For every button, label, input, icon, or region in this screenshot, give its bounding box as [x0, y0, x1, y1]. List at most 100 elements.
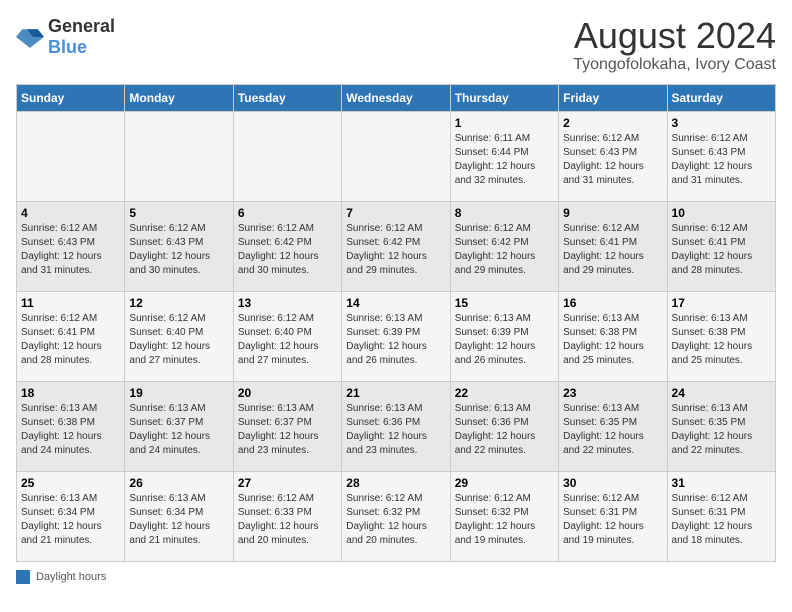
calendar-cell	[342, 111, 450, 201]
day-info: Sunrise: 6:13 AM Sunset: 6:38 PM Dayligh…	[563, 312, 662, 368]
calendar-cell: 3 Sunrise: 6:12 AM Sunset: 6:43 PM Daylig…	[667, 111, 775, 201]
day-number: 21	[346, 386, 445, 400]
day-number: 15	[455, 296, 554, 310]
calendar-body: 1 Sunrise: 6:11 AM Sunset: 6:44 PM Daylig…	[17, 111, 776, 561]
title-block: August 2024 Tyongofolokaha, Ivory Coast	[573, 16, 776, 74]
calendar-cell	[125, 111, 233, 201]
day-number: 6	[238, 206, 337, 220]
calendar-week-row: 11 Sunrise: 6:12 AM Sunset: 6:41 PM Dayli…	[17, 291, 776, 381]
calendar-header-row: SundayMondayTuesdayWednesdayThursdayFrid…	[17, 84, 776, 111]
logo-blue: Blue	[48, 37, 87, 57]
day-info: Sunrise: 6:12 AM Sunset: 6:40 PM Dayligh…	[129, 312, 228, 368]
day-info: Sunrise: 6:12 AM Sunset: 6:33 PM Dayligh…	[238, 492, 337, 548]
calendar-cell: 13 Sunrise: 6:12 AM Sunset: 6:40 PM Dayli…	[233, 291, 341, 381]
day-number: 23	[563, 386, 662, 400]
calendar-cell: 5 Sunrise: 6:12 AM Sunset: 6:43 PM Daylig…	[125, 201, 233, 291]
calendar-cell: 1 Sunrise: 6:11 AM Sunset: 6:44 PM Daylig…	[450, 111, 558, 201]
day-info: Sunrise: 6:12 AM Sunset: 6:42 PM Dayligh…	[238, 222, 337, 278]
calendar-cell: 27 Sunrise: 6:12 AM Sunset: 6:33 PM Dayli…	[233, 471, 341, 561]
day-number: 1	[455, 116, 554, 130]
day-number: 17	[672, 296, 771, 310]
calendar-cell: 19 Sunrise: 6:13 AM Sunset: 6:37 PM Dayli…	[125, 381, 233, 471]
calendar-cell: 20 Sunrise: 6:13 AM Sunset: 6:37 PM Dayli…	[233, 381, 341, 471]
day-number: 7	[346, 206, 445, 220]
day-number: 28	[346, 476, 445, 490]
calendar-cell: 4 Sunrise: 6:12 AM Sunset: 6:43 PM Daylig…	[17, 201, 125, 291]
logo: General Blue	[16, 16, 115, 58]
calendar-cell: 24Sunrise: 6:13 AM Sunset: 6:35 PM Dayli…	[667, 381, 775, 471]
day-header-thursday: Thursday	[450, 84, 558, 111]
calendar-cell: 10 Sunrise: 6:12 AM Sunset: 6:41 PM Dayli…	[667, 201, 775, 291]
day-number: 4	[21, 206, 120, 220]
day-number: 31	[672, 476, 771, 490]
day-number: 2	[563, 116, 662, 130]
day-info: Sunrise: 6:12 AM Sunset: 6:41 PM Dayligh…	[21, 312, 120, 368]
day-info: Sunrise: 6:12 AM Sunset: 6:43 PM Dayligh…	[129, 222, 228, 278]
day-number: 9	[563, 206, 662, 220]
day-number: 25	[21, 476, 120, 490]
day-info: Sunrise: 6:12 AM Sunset: 6:40 PM Dayligh…	[238, 312, 337, 368]
day-info: Sunrise: 6:12 AM Sunset: 6:41 PM Dayligh…	[672, 222, 771, 278]
day-info: Sunrise: 6:12 AM Sunset: 6:43 PM Dayligh…	[21, 222, 120, 278]
day-info: Sunrise: 6:13 AM Sunset: 6:38 PM Dayligh…	[672, 312, 771, 368]
day-info: Sunrise: 6:12 AM Sunset: 6:42 PM Dayligh…	[455, 222, 554, 278]
calendar-cell: 26Sunrise: 6:13 AM Sunset: 6:34 PM Dayli…	[125, 471, 233, 561]
day-info: Sunrise: 6:12 AM Sunset: 6:43 PM Dayligh…	[672, 132, 771, 188]
day-header-saturday: Saturday	[667, 84, 775, 111]
calendar-cell: 18 Sunrise: 6:13 AM Sunset: 6:38 PM Dayli…	[17, 381, 125, 471]
day-number: 22	[455, 386, 554, 400]
day-number: 27	[238, 476, 337, 490]
day-header-sunday: Sunday	[17, 84, 125, 111]
day-info: Sunrise: 6:12 AM Sunset: 6:32 PM Dayligh…	[346, 492, 445, 548]
calendar-cell: 29 Sunrise: 6:12 AM Sunset: 6:32 PM Dayli…	[450, 471, 558, 561]
day-number: 20	[238, 386, 337, 400]
calendar-cell: 28 Sunrise: 6:12 AM Sunset: 6:32 PM Dayli…	[342, 471, 450, 561]
logo-general: General	[48, 16, 115, 36]
main-title: August 2024	[573, 16, 776, 56]
day-header-wednesday: Wednesday	[342, 84, 450, 111]
calendar-cell: 2 Sunrise: 6:12 AM Sunset: 6:43 PM Daylig…	[559, 111, 667, 201]
day-info: Sunrise: 6:11 AM Sunset: 6:44 PM Dayligh…	[455, 132, 554, 188]
day-number: 13	[238, 296, 337, 310]
day-number: 18	[21, 386, 120, 400]
calendar-cell: 7Sunrise: 6:12 AM Sunset: 6:42 PM Daylig…	[342, 201, 450, 291]
day-info: Sunrise: 6:13 AM Sunset: 6:36 PM Dayligh…	[455, 402, 554, 458]
day-number: 3	[672, 116, 771, 130]
day-number: 10	[672, 206, 771, 220]
calendar-cell	[233, 111, 341, 201]
day-info: Sunrise: 6:13 AM Sunset: 6:37 PM Dayligh…	[238, 402, 337, 458]
calendar-cell: 14Sunrise: 6:13 AM Sunset: 6:39 PM Dayli…	[342, 291, 450, 381]
day-info: Sunrise: 6:12 AM Sunset: 6:43 PM Dayligh…	[563, 132, 662, 188]
day-number: 5	[129, 206, 228, 220]
day-info: Sunrise: 6:13 AM Sunset: 6:39 PM Dayligh…	[455, 312, 554, 368]
calendar-week-row: 18 Sunrise: 6:13 AM Sunset: 6:38 PM Dayli…	[17, 381, 776, 471]
day-number: 11	[21, 296, 120, 310]
calendar-table: SundayMondayTuesdayWednesdayThursdayFrid…	[16, 84, 776, 562]
legend: Daylight hours	[16, 570, 776, 584]
calendar-cell: 16 Sunrise: 6:13 AM Sunset: 6:38 PM Dayli…	[559, 291, 667, 381]
legend-text: Daylight hours	[36, 571, 106, 583]
day-number: 19	[129, 386, 228, 400]
day-header-monday: Monday	[125, 84, 233, 111]
day-info: Sunrise: 6:13 AM Sunset: 6:35 PM Dayligh…	[672, 402, 771, 458]
day-info: Sunrise: 6:13 AM Sunset: 6:37 PM Dayligh…	[129, 402, 228, 458]
header: General Blue August 2024 Tyongofolokaha,…	[16, 16, 776, 74]
day-number: 16	[563, 296, 662, 310]
calendar-cell: 31 Sunrise: 6:12 AM Sunset: 6:31 PM Dayli…	[667, 471, 775, 561]
calendar-cell: 12 Sunrise: 6:12 AM Sunset: 6:40 PM Dayli…	[125, 291, 233, 381]
day-number: 29	[455, 476, 554, 490]
day-info: Sunrise: 6:12 AM Sunset: 6:32 PM Dayligh…	[455, 492, 554, 548]
day-info: Sunrise: 6:13 AM Sunset: 6:38 PM Dayligh…	[21, 402, 120, 458]
calendar-cell: 9Sunrise: 6:12 AM Sunset: 6:41 PM Daylig…	[559, 201, 667, 291]
calendar-cell: 11 Sunrise: 6:12 AM Sunset: 6:41 PM Dayli…	[17, 291, 125, 381]
day-info: Sunrise: 6:13 AM Sunset: 6:34 PM Dayligh…	[21, 492, 120, 548]
day-info: Sunrise: 6:12 AM Sunset: 6:31 PM Dayligh…	[563, 492, 662, 548]
legend-box	[16, 570, 30, 584]
day-info: Sunrise: 6:12 AM Sunset: 6:31 PM Dayligh…	[672, 492, 771, 548]
day-info: Sunrise: 6:13 AM Sunset: 6:36 PM Dayligh…	[346, 402, 445, 458]
calendar-cell: 8Sunrise: 6:12 AM Sunset: 6:42 PM Daylig…	[450, 201, 558, 291]
day-number: 12	[129, 296, 228, 310]
calendar-cell: 30Sunrise: 6:12 AM Sunset: 6:31 PM Dayli…	[559, 471, 667, 561]
calendar-cell: 25 Sunrise: 6:13 AM Sunset: 6:34 PM Dayli…	[17, 471, 125, 561]
day-info: Sunrise: 6:13 AM Sunset: 6:34 PM Dayligh…	[129, 492, 228, 548]
